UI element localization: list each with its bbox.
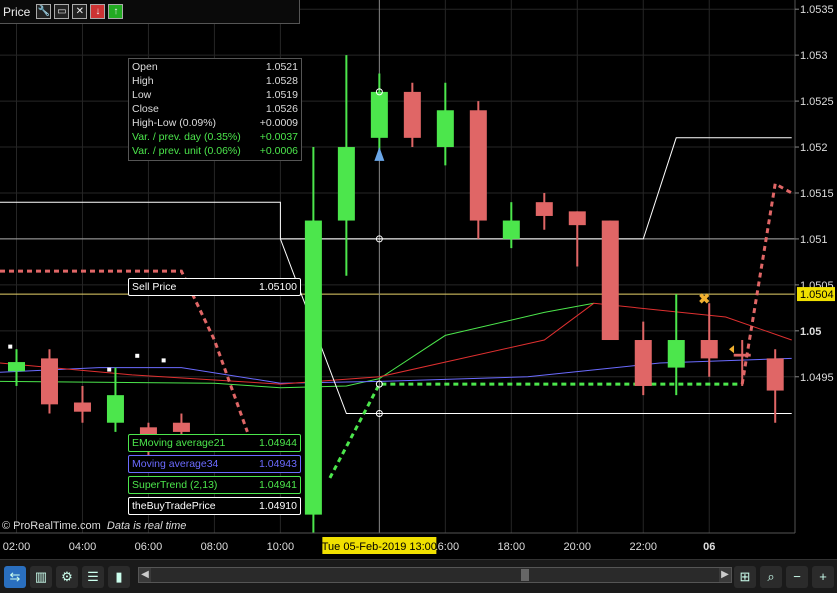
x-tick-label: 04:00 <box>69 541 97 553</box>
zoom-out-icon[interactable]: − <box>786 565 808 588</box>
ema21-label[interactable]: EMoving average21 1.04944 <box>128 434 301 452</box>
candle-down <box>535 202 553 216</box>
chart-toolbar: Price 🔧 ▭ ✕ ↓ ↑ <box>0 0 300 24</box>
candle-down <box>73 402 91 412</box>
series-thebuytradeprice <box>279 238 792 414</box>
candle-up <box>7 362 25 372</box>
ma34-label[interactable]: Moving average34 1.04943 <box>128 455 301 473</box>
info-row-low: Low 1.0519 <box>132 89 298 101</box>
y-tick-label: 1.053 <box>800 50 828 62</box>
x-tick-label: 08:00 <box>201 541 229 553</box>
x-tick-label: 20:00 <box>564 541 592 553</box>
candle-up <box>667 340 685 368</box>
x-tick-label: 10:00 <box>267 541 295 553</box>
buy-arrow-icon <box>374 147 385 161</box>
candle-down <box>700 340 718 359</box>
window-icon[interactable]: ▭ <box>54 4 70 19</box>
wrench-icon[interactable]: 🔧 <box>36 4 52 19</box>
chart-title: Price <box>3 4 31 19</box>
x-marker-icon: ✖ <box>698 291 710 307</box>
y-tick-label: 1.0535 <box>800 4 834 16</box>
x-tick-label: 06 <box>703 541 715 553</box>
y-tick-label: 1.0495 <box>800 372 834 384</box>
scroll-left-icon[interactable]: ◀ <box>139 568 151 582</box>
x-tick-label: 18:00 <box>498 541 526 553</box>
price-chart: ✖ 1.05351.0531.05251.0521.05151.0511.050… <box>0 0 835 554</box>
close-icon[interactable]: ✕ <box>72 4 88 19</box>
candle-down <box>601 220 619 341</box>
credit-text: © ProRealTime.com Data is real time <box>2 520 187 532</box>
candle-down <box>568 211 586 226</box>
dot-marker <box>135 353 140 358</box>
chart-axes: 1.05351.0531.05251.0521.05151.0511.05051… <box>0 0 835 554</box>
candle-down <box>634 340 652 386</box>
info-row-high: High 1.0528 <box>132 75 298 87</box>
candle-up <box>106 395 124 423</box>
candle-down <box>172 422 190 432</box>
candle-down <box>766 358 784 391</box>
y-tick-label: 1.0525 <box>800 96 834 108</box>
dot-marker <box>8 344 13 349</box>
candle-up <box>502 220 520 239</box>
arrow-down-icon[interactable]: ↓ <box>90 4 106 19</box>
info-row-var-unit: Var. / prev. unit (0.06%) +0.0006 <box>132 145 298 157</box>
chart-settings-icon[interactable]: ▥ <box>30 565 52 588</box>
info-row-close: Close 1.0526 <box>132 103 298 115</box>
candle-up <box>370 91 388 138</box>
share-icon[interactable]: ⇆ <box>4 565 26 588</box>
y-tick-label: 1.052 <box>800 142 828 154</box>
y-tick-label: 1.05 <box>800 326 821 338</box>
x-tick-label: 02:00 <box>3 541 31 553</box>
info-row-open: Open 1.0521 <box>132 61 298 73</box>
candle-up <box>304 220 322 515</box>
info-row-highlow: High-Low (0.09%) +0.0009 <box>132 117 298 129</box>
time-scrollbar[interactable]: ◀ ▶ <box>138 567 732 583</box>
arrow-marker-icon <box>729 345 735 354</box>
arrow-up-icon[interactable]: ↑ <box>108 4 124 19</box>
series-emoving-average21 <box>0 302 594 389</box>
dot-marker <box>107 367 112 372</box>
buy-trade-price-label[interactable]: theBuyTradePrice 1.04910 <box>128 497 301 515</box>
list-icon[interactable]: ☰ <box>82 565 104 588</box>
fit-icon[interactable]: ⊞ <box>734 565 756 588</box>
sell-price-label[interactable]: Sell Price 1.05100 <box>128 278 301 296</box>
zoom-area-icon[interactable]: ⌕ <box>760 565 782 588</box>
supertrend-green-line <box>328 382 743 479</box>
supertrend-label[interactable]: SuperTrend (2,13) 1.04941 <box>128 476 301 494</box>
y-tick-label: 1.0515 <box>800 188 834 200</box>
candle-type-icon[interactable]: ▮ <box>108 565 130 588</box>
dot-marker <box>161 358 166 363</box>
current-price-label: 1.0504 <box>800 289 834 301</box>
bottom-toolbar: ⇆ ▥ ⚙ ☰ ▮ ◀ ▶ ⊞ ⌕ − + <box>0 559 837 593</box>
x-tick-label: 06:00 <box>135 541 163 553</box>
candle-up <box>436 110 454 148</box>
scroll-right-icon[interactable]: ▶ <box>719 568 731 582</box>
crosshair-date-label: Tue 05-Feb-2019 13:00 <box>322 541 437 553</box>
candle-up <box>337 147 355 221</box>
y-tick-label: 1.051 <box>800 234 828 246</box>
ohlc-info-panel: Open 1.0521 High 1.0528 Low 1.0519 Close 1.0… <box>128 58 302 161</box>
candle-down <box>40 358 58 405</box>
scroll-thumb[interactable] <box>521 569 529 581</box>
chart-lines <box>0 137 793 479</box>
x-tick-label: 22:00 <box>629 541 657 553</box>
candle-down <box>733 353 751 357</box>
candle-down <box>469 110 487 221</box>
zoom-in-icon[interactable]: + <box>812 565 834 588</box>
chart-grid <box>0 0 795 533</box>
series-sell-price <box>0 137 792 240</box>
info-row-var-day: Var. / prev. day (0.35%) +0.0037 <box>132 131 298 143</box>
candle-down <box>403 91 421 138</box>
indicator-icon[interactable]: ⚙ <box>56 565 78 588</box>
